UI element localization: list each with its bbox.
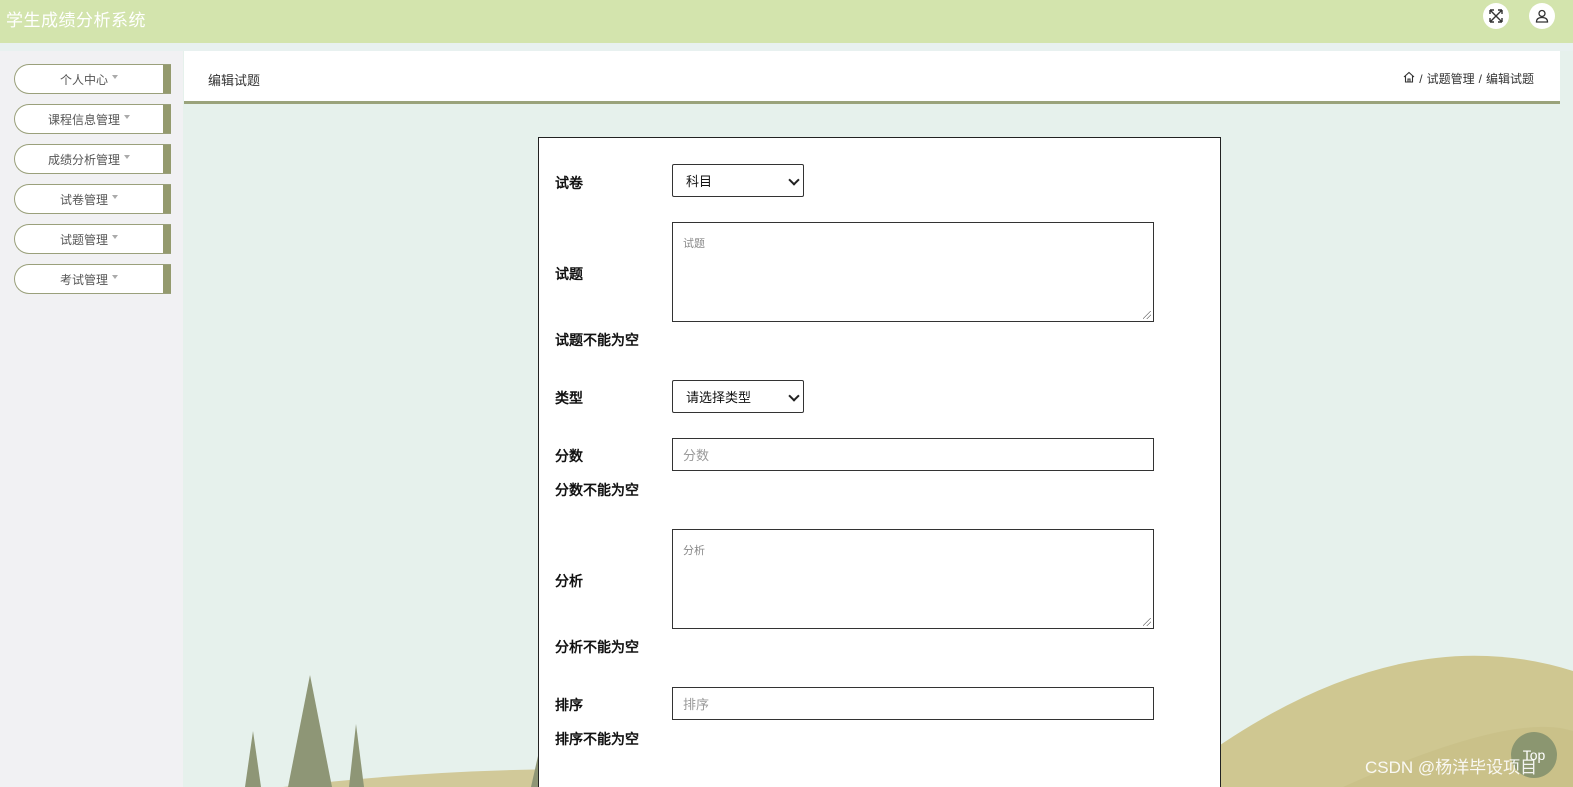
sidebar-item-label: 课程信息管理 (47, 112, 120, 127)
breadcrumb-separator: / (1478, 71, 1482, 86)
sidebar-item-accent (163, 145, 171, 173)
resize-handle-icon[interactable] (1143, 618, 1151, 626)
breadcrumb-question-management[interactable]: 试题管理 (1427, 70, 1475, 87)
resize-handle-icon[interactable] (1143, 311, 1151, 319)
question-label: 试题 (555, 266, 583, 282)
sidebar-item-label: 试题管理 (59, 232, 108, 247)
chevron-down-icon (788, 174, 800, 186)
watermark: CSDN @杨洋毕设项目 (1365, 758, 1538, 777)
type-select[interactable]: 请选择类型 (672, 380, 804, 413)
order-error: 排序不能为空 (555, 731, 639, 747)
home-icon[interactable] (1403, 71, 1415, 86)
question-textarea[interactable]: 试题 (672, 222, 1154, 322)
top-bar: 学生成绩分析系统 (0, 0, 1573, 43)
sidebar-item-paper[interactable]: 试卷管理 (14, 184, 171, 214)
sidebar-item-score-analysis[interactable]: 成绩分析管理 (14, 144, 171, 174)
sidebar-item-personal-center[interactable]: 个人中心 (14, 64, 171, 94)
question-placeholder: 试题 (683, 238, 705, 250)
score-error: 分数不能为空 (555, 482, 639, 498)
breadcrumb-edit-question: 编辑试题 (1485, 72, 1534, 86)
caret-down-icon (112, 75, 118, 79)
paper-label: 试卷 (555, 175, 583, 191)
page-title: 编辑试题 (208, 73, 261, 88)
score-input[interactable]: 分数 (672, 438, 1154, 471)
main-content: 编辑试题 / 试题管理 / 编辑试题 试卷 科目 试题 试题 试题不能为空 类型… (183, 51, 1573, 787)
analysis-placeholder: 分析 (683, 545, 705, 557)
caret-down-icon (124, 155, 130, 159)
sidebar-item-question[interactable]: 试题管理 (14, 224, 171, 254)
page-header: 编辑试题 / 试题管理 / 编辑试题 (184, 51, 1560, 104)
caret-down-icon (112, 195, 118, 199)
top-bar-strip (0, 43, 1573, 51)
order-placeholder: 排序 (683, 697, 710, 712)
order-label: 排序 (555, 697, 583, 713)
caret-down-icon (112, 235, 118, 239)
caret-down-icon (112, 275, 118, 279)
order-input[interactable]: 排序 (672, 687, 1154, 720)
sidebar-item-label: 个人中心 (59, 72, 108, 87)
sidebar-item-course-info[interactable]: 课程信息管理 (14, 104, 171, 134)
sidebar-item-accent (163, 265, 171, 293)
paper-select-value: 科目 (686, 174, 713, 189)
sidebar: 个人中心 课程信息管理 成绩分析管理 试卷管理 试题管理 考试管理 (0, 51, 183, 787)
sidebar-item-label: 成绩分析管理 (47, 152, 120, 167)
analysis-textarea[interactable]: 分析 (672, 529, 1154, 629)
question-error: 试题不能为空 (555, 332, 639, 348)
sidebar-item-accent (163, 185, 171, 213)
paper-select[interactable]: 科目 (672, 164, 804, 197)
chevron-down-icon (788, 390, 800, 402)
breadcrumb: / 试题管理 / 编辑试题 (1403, 70, 1534, 87)
sidebar-item-accent (163, 105, 171, 133)
expand-icon[interactable] (1483, 3, 1509, 29)
caret-down-icon (124, 115, 130, 119)
user-icon[interactable] (1529, 3, 1555, 29)
sidebar-item-label: 试卷管理 (59, 192, 108, 207)
edit-question-form: 试卷 科目 试题 试题 试题不能为空 类型 请选择类型 分数 分数 分数不能为空… (538, 137, 1221, 787)
sidebar-item-accent (163, 65, 171, 93)
type-label: 类型 (555, 390, 583, 406)
sidebar-item-accent (163, 225, 171, 253)
analysis-label: 分析 (555, 573, 583, 589)
type-select-value: 请选择类型 (686, 390, 752, 405)
breadcrumb-separator: / (1419, 71, 1423, 86)
sidebar-item-label: 考试管理 (59, 272, 108, 287)
sidebar-item-exam[interactable]: 考试管理 (14, 264, 171, 294)
score-placeholder: 分数 (683, 448, 710, 463)
app-title: 学生成绩分析系统 (6, 11, 146, 31)
analysis-error: 分析不能为空 (555, 639, 639, 655)
score-label: 分数 (555, 448, 583, 464)
